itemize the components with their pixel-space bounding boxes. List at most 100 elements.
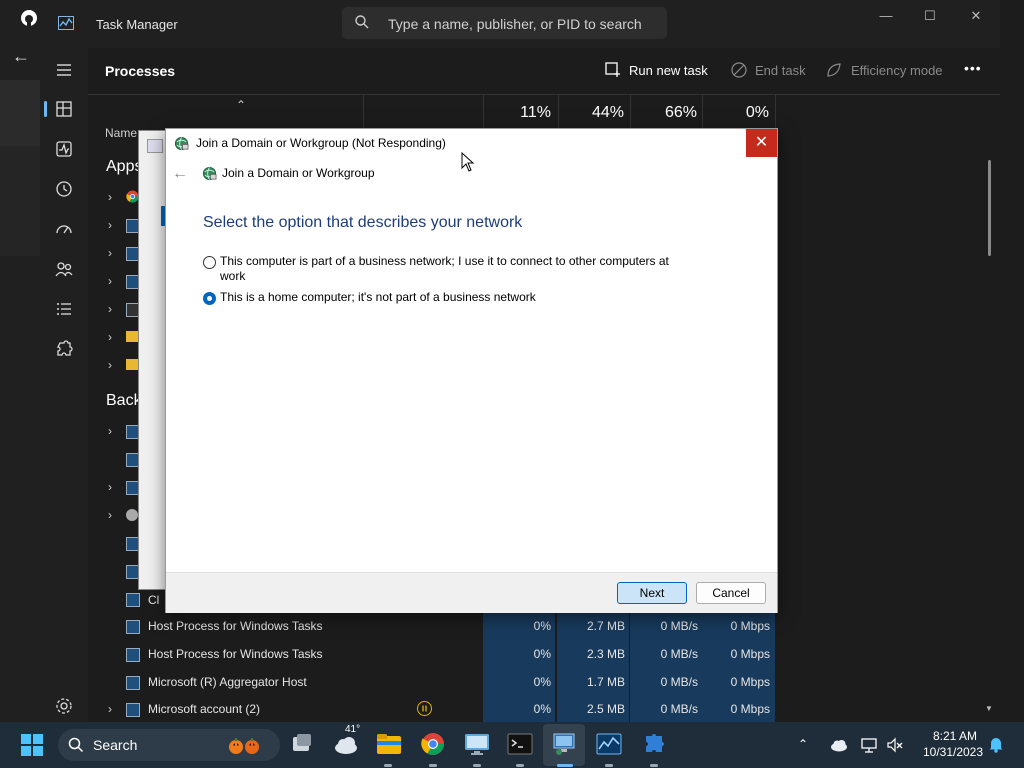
process-icon: [126, 593, 140, 607]
process-icon: [126, 676, 140, 690]
expand-chevron-icon[interactable]: ›: [108, 480, 112, 494]
disk-cell: 0 MB/s: [660, 619, 698, 633]
task-manager-search-input[interactable]: Type a name, publisher, or PID to search: [342, 7, 667, 39]
taskbar-search-box[interactable]: Search: [58, 729, 280, 761]
expand-chevron-icon[interactable]: ›: [108, 190, 112, 204]
expand-chevron-icon[interactable]: ›: [108, 302, 112, 316]
page-title: Processes: [105, 63, 176, 79]
expand-chevron-icon[interactable]: ›: [108, 218, 112, 232]
scroll-down-icon[interactable]: ▼: [985, 704, 993, 713]
search-placeholder: Type a name, publisher, or PID to search: [388, 16, 642, 32]
halloween-pumpkins-icon: [224, 735, 270, 755]
startup-apps-nav-icon[interactable]: [54, 219, 74, 239]
name-column-header[interactable]: Name: [105, 126, 137, 140]
end-task-button[interactable]: End task: [731, 62, 806, 78]
running-indicator: [605, 764, 613, 767]
expand-chevron-icon[interactable]: ›: [108, 246, 112, 260]
taskbar-clock-date[interactable]: 10/31/2023: [916, 745, 990, 759]
table-row[interactable]: Host Process for Windows Tasks 0% 2.7 MB…: [88, 612, 1000, 640]
expand-chevron-icon[interactable]: ›: [108, 424, 112, 438]
memory-cell: 2.5 MB: [586, 702, 625, 716]
table-row[interactable]: Host Process for Windows Tasks 0% 2.3 MB…: [88, 640, 1000, 668]
more-options-button[interactable]: •••: [964, 60, 982, 76]
cancel-button[interactable]: Cancel: [696, 582, 766, 604]
home-computer-label[interactable]: This is a home computer; it's not part o…: [220, 290, 680, 305]
taskbar: Search 41° ⌃ 8:21 AM 10/31/2023: [0, 722, 1024, 768]
expand-chevron-icon[interactable]: ›: [108, 702, 112, 716]
file-explorer-icon[interactable]: [376, 731, 402, 757]
network-icon[interactable]: [860, 736, 878, 754]
efficiency-mode-label: Efficiency mode: [851, 63, 943, 78]
terminal-icon[interactable]: [507, 731, 533, 757]
network-column-header[interactable]: 0%: [699, 104, 769, 122]
running-indicator: [429, 764, 437, 767]
services-nav-icon[interactable]: [54, 339, 74, 359]
disk-cell: 0 MB/s: [660, 702, 698, 716]
process-name: Microsoft (R) Aggregator Host: [148, 675, 307, 689]
back-arrow-icon[interactable]: ←: [172, 165, 188, 183]
maximize-button[interactable]: ☐: [915, 8, 945, 24]
network-cell: 0 Mbps: [730, 702, 770, 716]
search-icon: [68, 737, 84, 753]
users-nav-icon[interactable]: [54, 259, 74, 279]
expand-chevron-icon[interactable]: ›: [108, 330, 112, 344]
cpu-column-header[interactable]: 11%: [481, 104, 551, 122]
window-icon: [147, 139, 163, 153]
join-domain-dialog: Join a Domain or Workgroup (Not Respondi…: [165, 128, 778, 613]
network-globe-icon: [202, 166, 217, 181]
process-icon: [126, 509, 138, 521]
leaf-icon: [826, 62, 842, 78]
running-indicator: [473, 764, 481, 767]
table-row[interactable]: Microsoft (R) Aggregator Host 0% 1.7 MB …: [88, 668, 1000, 696]
puzzle-app-icon[interactable]: [641, 731, 667, 757]
details-nav-icon[interactable]: [54, 299, 74, 319]
dialog-close-button[interactable]: ✕: [746, 129, 777, 157]
running-indicator: [516, 764, 524, 767]
windows-start-icon[interactable]: [21, 734, 43, 756]
expand-chevron-icon[interactable]: ›: [108, 358, 112, 372]
processes-nav-icon[interactable]: [54, 99, 74, 119]
vertical-scrollbar-thumb[interactable]: [988, 160, 991, 256]
chrome-icon[interactable]: [420, 731, 446, 757]
taskbar-clock-time[interactable]: 8:21 AM: [920, 729, 990, 743]
control-panel-network-icon[interactable]: [551, 731, 577, 757]
close-button[interactable]: ✕: [961, 8, 991, 24]
table-row[interactable]: › Microsoft account (2) 0% 2.5 MB 0 MB/s…: [88, 696, 1000, 722]
show-hidden-icons-chevron-up-icon[interactable]: ⌃: [798, 737, 808, 751]
home-computer-radio[interactable]: [203, 292, 216, 305]
app-history-nav-icon[interactable]: [54, 179, 74, 199]
cpu-cell: 0%: [533, 675, 551, 689]
process-name: Microsoft account (2): [148, 702, 261, 716]
expand-chevron-icon[interactable]: ›: [108, 508, 112, 522]
settings-gear-icon[interactable]: [54, 696, 74, 716]
task-view-icon[interactable]: [289, 731, 315, 757]
dialog-title: Join a Domain or Workgroup (Not Respondi…: [196, 136, 446, 150]
onedrive-cloud-icon[interactable]: [829, 737, 849, 753]
run-new-task-button[interactable]: Run new task: [605, 62, 708, 78]
memory-column-header[interactable]: 44%: [554, 104, 624, 122]
next-button[interactable]: Next: [617, 582, 687, 604]
performance-nav-icon[interactable]: [54, 139, 74, 159]
hamburger-menu-icon[interactable]: [54, 60, 74, 80]
disk-column-header[interactable]: 66%: [627, 104, 697, 122]
expand-chevron-icon[interactable]: ›: [108, 274, 112, 288]
network-cell: 0 Mbps: [730, 647, 770, 661]
dialog-footer: Next Cancel: [166, 572, 777, 613]
background-group-header: Back: [106, 392, 142, 409]
end-task-icon: [731, 62, 747, 78]
sort-chevron-up-icon[interactable]: ⌃: [236, 98, 246, 112]
business-network-label[interactable]: This computer is part of a business netw…: [220, 254, 680, 284]
notification-bell-icon[interactable]: [988, 735, 1004, 753]
volume-muted-icon[interactable]: [886, 736, 904, 754]
business-network-radio[interactable]: [203, 256, 216, 269]
minimize-button[interactable]: —: [871, 8, 901, 24]
dialog-subtitle: Join a Domain or Workgroup: [222, 166, 375, 180]
back-arrow-icon[interactable]: ←: [12, 46, 30, 67]
cpu-cell: 0%: [533, 619, 551, 633]
efficiency-mode-button[interactable]: Efficiency mode: [826, 63, 943, 78]
github-icon: [20, 9, 38, 27]
task-manager-title: Task Manager: [96, 17, 178, 32]
weather-temperature: 41°: [345, 724, 361, 735]
task-manager-taskbar-icon[interactable]: [596, 731, 622, 757]
remote-desktop-icon[interactable]: [464, 731, 490, 757]
